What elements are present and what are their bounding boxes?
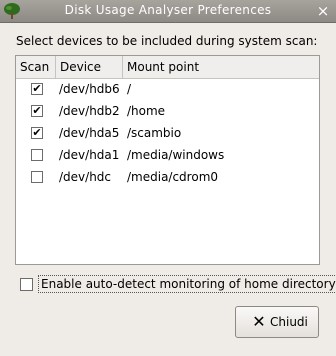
device-list[interactable]: Scan Device Mount point ✔ /dev/hdb6 / ✔ … [15,55,320,265]
mount-point-cell: /media/windows [127,148,225,162]
column-header-mount-point[interactable]: Mount point [123,56,319,78]
tree-icon[interactable] [3,2,21,20]
close-button-label: Chiudi [270,315,308,329]
column-header-scan[interactable]: Scan [16,56,56,78]
device-cell: /dev/hda5 [59,126,120,140]
table-row[interactable]: ✔ /dev/hdb6 / [16,78,319,100]
mount-point-cell: /home [127,104,166,118]
auto-detect-label[interactable]: Enable auto-detect monitoring of home di… [38,275,336,293]
table-row[interactable]: ✔ /dev/hda5 /scambio [16,122,319,144]
table-row[interactable]: ✔ /dev/hdb2 /home [16,100,319,122]
scan-checkbox[interactable] [31,171,43,183]
mount-point-cell: / [127,82,132,96]
column-header-device[interactable]: Device [56,56,123,78]
scan-checkbox[interactable]: ✔ [31,83,43,95]
window-close-icon[interactable]: × [314,2,332,20]
scan-checkbox[interactable] [31,149,43,161]
window-title: Disk Usage Analyser Preferences [64,3,272,17]
preferences-window: Disk Usage Analyser Preferences × Select… [0,0,336,356]
mount-point-cell: /media/cdrom0 [127,170,219,184]
device-cell: /dev/hdc [59,170,112,184]
close-button[interactable]: ✕ Chiudi [235,306,319,338]
table-row[interactable]: /dev/hdc /media/cdrom0 [16,166,319,188]
table-row[interactable]: /dev/hda1 /media/windows [16,144,319,166]
device-cell: /dev/hdb2 [59,104,120,118]
mount-point-cell: /scambio [127,126,182,140]
close-x-icon: ✕ [252,312,266,331]
title-bar[interactable]: Disk Usage Analyser Preferences × [0,0,336,23]
scan-prompt-label: Select devices to be included during sys… [16,34,318,48]
scan-checkbox[interactable]: ✔ [31,105,43,117]
device-cell: /dev/hda1 [59,148,120,162]
scan-checkbox[interactable]: ✔ [31,127,43,139]
device-cell: /dev/hdb6 [59,82,120,96]
list-header: Scan Device Mount point [16,56,319,79]
auto-detect-checkbox[interactable] [20,278,33,291]
